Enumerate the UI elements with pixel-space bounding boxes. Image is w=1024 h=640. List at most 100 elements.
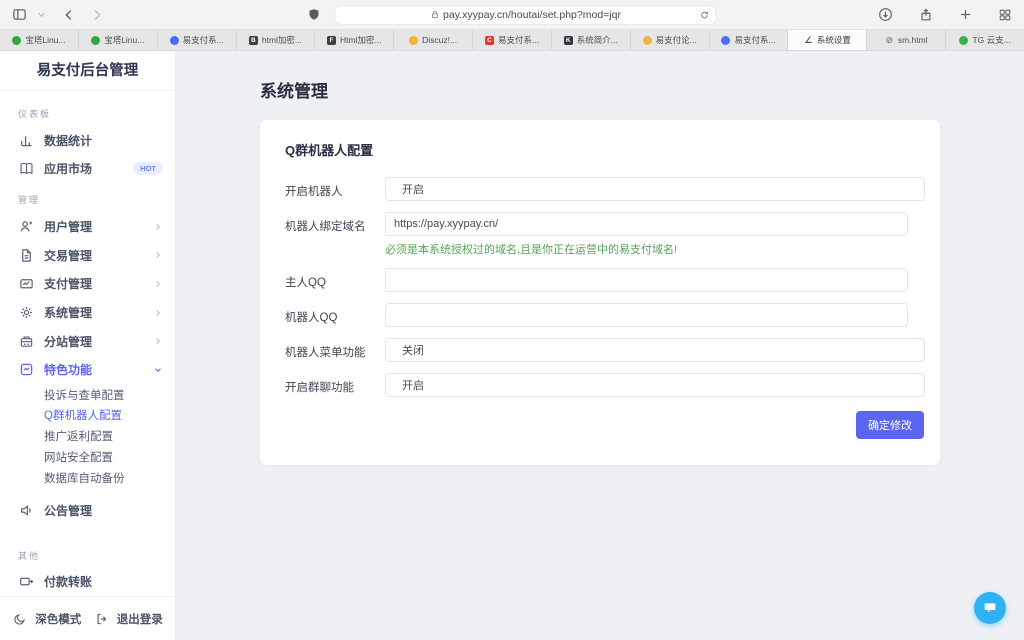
browser-tab[interactable]: 易支付系... — [158, 30, 237, 50]
tab-favicon-discuz — [409, 36, 418, 45]
sidebar-footer: 深色模式 退出登录 — [0, 596, 175, 640]
building-icon — [18, 334, 34, 349]
browser-toolbar: pay.xyypay.cn/houtai/set.php?mod=jqr — [0, 0, 1024, 30]
sidebar-subitem-complaint[interactable]: 投诉与查单配置 — [0, 384, 175, 405]
book-icon — [18, 161, 34, 176]
new-tab-icon[interactable] — [959, 8, 972, 21]
browser-tab[interactable]: 易支付论... — [631, 30, 710, 50]
form-row: 开启机器人 — [285, 177, 924, 201]
chevron-right-icon — [153, 308, 163, 318]
privacy-shield-icon[interactable] — [308, 8, 321, 21]
tab-label: Html加密... — [340, 34, 382, 46]
tab-favicon-forum — [643, 36, 652, 45]
forward-button-icon[interactable] — [90, 8, 104, 22]
browser-tab[interactable]: FHtml加密... — [315, 30, 394, 50]
tab-label: 易支付系... — [734, 34, 775, 46]
bind-domain-input[interactable] — [385, 212, 908, 236]
confirm-submit-button[interactable]: 确定修改 — [856, 411, 924, 439]
sidebar-item-branch[interactable]: 分站管理 — [0, 327, 175, 356]
tab-favicon-smhtml: ⊘ — [885, 36, 894, 45]
sidebar-item-announce[interactable]: 公告管理 — [0, 496, 175, 525]
logout-button[interactable]: 退出登录 — [94, 611, 163, 627]
sidebar-subitem-backup[interactable]: 数据库自动备份 — [0, 467, 175, 488]
tab-overview-icon[interactable] — [998, 8, 1012, 22]
robot-qq-input[interactable] — [385, 303, 908, 327]
browser-tab[interactable]: K 系统简介... — [552, 30, 631, 50]
users-icon — [18, 219, 34, 234]
sidebar-item-label: 用户管理 — [44, 218, 92, 235]
document-icon — [18, 248, 34, 263]
sidebar-item-label: 交易管理 — [44, 247, 92, 264]
bar-chart-icon — [18, 133, 34, 148]
logout-icon — [94, 612, 110, 626]
tab-favicon-epay — [170, 36, 179, 45]
hot-badge: HOT — [133, 162, 163, 175]
browser-tab[interactable]: Discuz!... — [394, 30, 473, 50]
browser-tab[interactable]: Bhtml加密... — [237, 30, 316, 50]
share-icon[interactable] — [919, 8, 933, 22]
address-bar[interactable]: pay.xyypay.cn/houtai/set.php?mod=jqr — [335, 5, 717, 25]
chevron-down-icon[interactable] — [37, 10, 46, 19]
sparkle-box-icon — [18, 362, 34, 377]
sidebar-subitem-rebate[interactable]: 推广返利配置 — [0, 426, 175, 447]
logout-label: 退出登录 — [117, 611, 163, 627]
chevron-right-icon — [153, 222, 163, 232]
browser-tab[interactable]: TG 云支... — [946, 30, 1024, 50]
browser-tab[interactable]: 宝塔Linu... — [79, 30, 158, 50]
sidebar-item-transfer[interactable]: 付款转账 — [0, 568, 175, 597]
browser-tab-active[interactable]: ∠系统设置 — [788, 30, 867, 50]
subitem-label: 推广返利配置 — [44, 428, 113, 444]
sidebar-subitem-qbot[interactable]: Q群机器人配置 — [0, 405, 175, 426]
sidebar-item-users[interactable]: 用户管理 — [0, 212, 175, 241]
sidebar-item-features[interactable]: 特色功能 — [0, 356, 175, 385]
card-title: Q群机器人配置 — [285, 140, 924, 159]
tab-label: html加密... — [262, 34, 302, 46]
tab-favicon-epay: C — [485, 36, 494, 45]
moon-icon — [12, 612, 28, 626]
sidebar-item-label: 数据统计 — [44, 132, 92, 149]
reload-icon[interactable] — [700, 10, 710, 20]
domain-note: 必须是本系统授权过的域名,且是你正在运营中的易支付域名! — [385, 241, 924, 257]
form-row: 机器人菜单功能 — [285, 338, 924, 362]
lock-icon — [430, 10, 439, 19]
tab-label: 宝塔Linu... — [25, 34, 65, 46]
sidebar-toggle-icon[interactable] — [12, 7, 27, 22]
card-icon — [18, 276, 34, 291]
dark-mode-label: 深色模式 — [35, 611, 81, 627]
sidebar-item-market[interactable]: 应用市场 HOT — [0, 155, 175, 184]
sidebar-item-system[interactable]: 系统管理 — [0, 298, 175, 327]
browser-tab[interactable]: ⊘sm.html — [867, 30, 946, 50]
back-button-icon[interactable] — [62, 8, 76, 22]
sidebar-item-trade[interactable]: 交易管理 — [0, 241, 175, 270]
group-chat-select[interactable] — [385, 373, 925, 397]
chevron-down-icon — [153, 365, 163, 375]
tab-favicon-baota — [12, 36, 21, 45]
tab-label: 系统简介... — [577, 34, 618, 46]
downloads-icon[interactable] — [878, 7, 893, 22]
sidebar-item-label: 分站管理 — [44, 333, 92, 350]
sidebar-item-label: 系统管理 — [44, 304, 92, 321]
browser-tab[interactable]: 易支付系... — [710, 30, 789, 50]
browser-tab[interactable]: 宝塔Linu... — [0, 30, 79, 50]
tab-label: 系统设置 — [817, 34, 851, 46]
form-row: 开启群聊功能 — [285, 373, 924, 397]
sidebar-item-pay[interactable]: 支付管理 — [0, 270, 175, 299]
chat-widget-button[interactable] — [974, 592, 1006, 624]
browser-tab[interactable]: C易支付系... — [473, 30, 552, 50]
sidebar-item-label: 应用市场 — [44, 160, 92, 177]
menu-feature-select[interactable] — [385, 338, 925, 362]
dark-mode-toggle[interactable]: 深色模式 — [12, 611, 81, 627]
subitem-label: 数据库自动备份 — [44, 470, 125, 486]
owner-qq-input[interactable] — [385, 268, 908, 292]
field-label: 机器人QQ — [285, 303, 385, 327]
tab-favicon-html: B — [249, 36, 258, 45]
robot-enable-select[interactable] — [385, 177, 925, 201]
url-text: pay.xyypay.cn/houtai/set.php?mod=jqr — [443, 9, 621, 21]
form-row: 机器人QQ — [285, 303, 924, 327]
sidebar-subitem-security[interactable]: 网站安全配置 — [0, 447, 175, 468]
tab-strip: 宝塔Linu... 宝塔Linu... 易支付系... Bhtml加密... F… — [0, 30, 1024, 51]
subitem-label: Q群机器人配置 — [44, 407, 122, 423]
tab-favicon-intro: K — [564, 36, 573, 45]
sidebar-item-stats[interactable]: 数据统计 — [0, 126, 175, 155]
tab-favicon-epay — [721, 36, 730, 45]
